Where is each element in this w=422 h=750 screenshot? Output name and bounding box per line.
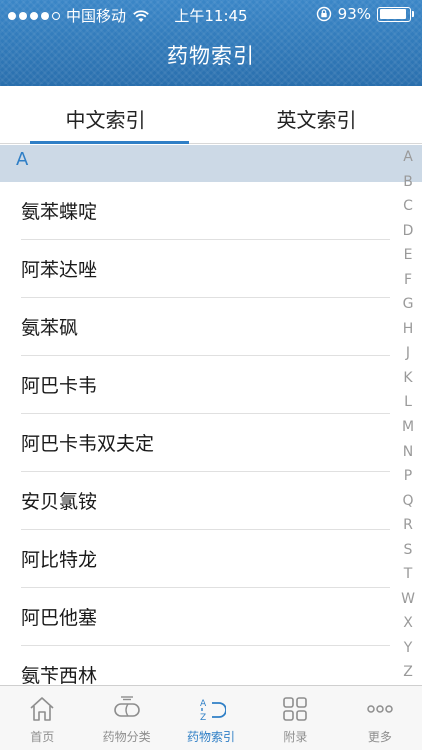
- status-right: 93%: [316, 5, 414, 23]
- alpha-index-letter[interactable]: G: [403, 292, 414, 317]
- alpha-index-letter[interactable]: W: [401, 587, 415, 612]
- alpha-index-letter[interactable]: Z: [403, 660, 413, 685]
- alpha-index-letter[interactable]: B: [403, 170, 413, 195]
- drug-list: 氨苯蝶啶 阿苯达唑 氨苯砜 阿巴卡韦 阿巴卡韦双夫定 安贝氯铵 阿比特龙 阿巴他…: [0, 182, 422, 704]
- alpha-index-letter[interactable]: A: [403, 145, 413, 170]
- section-header: A: [0, 145, 422, 182]
- tabbar-label: 药物分类: [102, 730, 151, 744]
- tabbar-label: 附录: [283, 730, 308, 744]
- tabbar-home[interactable]: 首页: [0, 686, 84, 750]
- tabbar-label: 药物索引: [187, 730, 236, 744]
- svg-text:A: A: [200, 699, 207, 709]
- alpha-index-letter[interactable]: R: [403, 513, 413, 538]
- alpha-index-letter[interactable]: C: [403, 194, 413, 219]
- battery-icon: [377, 6, 414, 22]
- alpha-index-letter[interactable]: M: [402, 415, 414, 440]
- list-item[interactable]: 阿比特龙: [0, 530, 422, 588]
- list-item[interactable]: 阿苯达唑: [0, 240, 422, 298]
- home-icon: [30, 697, 54, 721]
- index-tabs: 中文索引 英文索引: [0, 86, 422, 144]
- alpha-index-letter[interactable]: H: [403, 317, 414, 342]
- bottom-tab-bar: 首页 药物分类 A Z 药物索引 附录 更多: [0, 685, 422, 750]
- tabbar-categories[interactable]: 药物分类: [84, 686, 168, 750]
- grid-icon: [283, 697, 308, 721]
- alpha-index-letter[interactable]: Q: [402, 489, 413, 514]
- tabbar-drug-index[interactable]: A Z 药物索引: [169, 686, 253, 750]
- alpha-index-letter[interactable]: L: [404, 390, 412, 415]
- tab-chinese-index[interactable]: 中文索引: [0, 86, 211, 144]
- az-index-icon: A Z: [200, 699, 227, 723]
- alphabet-index: A B C D E F G H J K L M N P Q R S T W X …: [394, 145, 422, 685]
- alpha-index-letter[interactable]: P: [404, 464, 412, 489]
- alpha-index-letter[interactable]: S: [404, 538, 413, 563]
- alpha-index-letter[interactable]: D: [403, 219, 414, 244]
- svg-text:Z: Z: [200, 713, 206, 723]
- tab-english-index[interactable]: 英文索引: [211, 86, 422, 143]
- tabbar-more[interactable]: 更多: [338, 686, 422, 750]
- list-item[interactable]: 阿巴卡韦双夫定: [0, 414, 422, 472]
- page-title: 药物索引: [167, 44, 255, 68]
- alpha-index-letter[interactable]: X: [403, 611, 413, 636]
- list-item[interactable]: 阿巴他塞: [0, 588, 422, 646]
- rotation-lock-icon: [316, 6, 331, 22]
- alpha-index-letter[interactable]: T: [404, 562, 413, 587]
- alpha-index-letter[interactable]: E: [404, 243, 413, 268]
- list-item[interactable]: 氨苯砜: [0, 298, 422, 356]
- status-bar: 中国移动 上午11:45 93%: [0, 0, 422, 30]
- pill-icon: [113, 696, 140, 717]
- battery-percent: 93%: [337, 5, 371, 23]
- list-item[interactable]: 安贝氯铵: [0, 472, 422, 530]
- alpha-index-letter[interactable]: F: [404, 268, 412, 293]
- alpha-index-letter[interactable]: K: [403, 366, 412, 391]
- list-item[interactable]: 氨苯蝶啶: [0, 182, 422, 240]
- more-icon: [367, 705, 393, 713]
- tabbar-label: 首页: [30, 730, 55, 744]
- alpha-index-letter[interactable]: N: [403, 440, 413, 465]
- tabbar-appendix[interactable]: 附录: [253, 686, 337, 750]
- nav-header: 中国移动 上午11:45 93% 药物索引: [0, 0, 422, 90]
- tabbar-label: 更多: [367, 730, 392, 744]
- list-item[interactable]: 阿巴卡韦: [0, 356, 422, 414]
- alpha-index-letter[interactable]: J: [406, 341, 410, 366]
- alpha-index-letter[interactable]: Y: [404, 636, 413, 661]
